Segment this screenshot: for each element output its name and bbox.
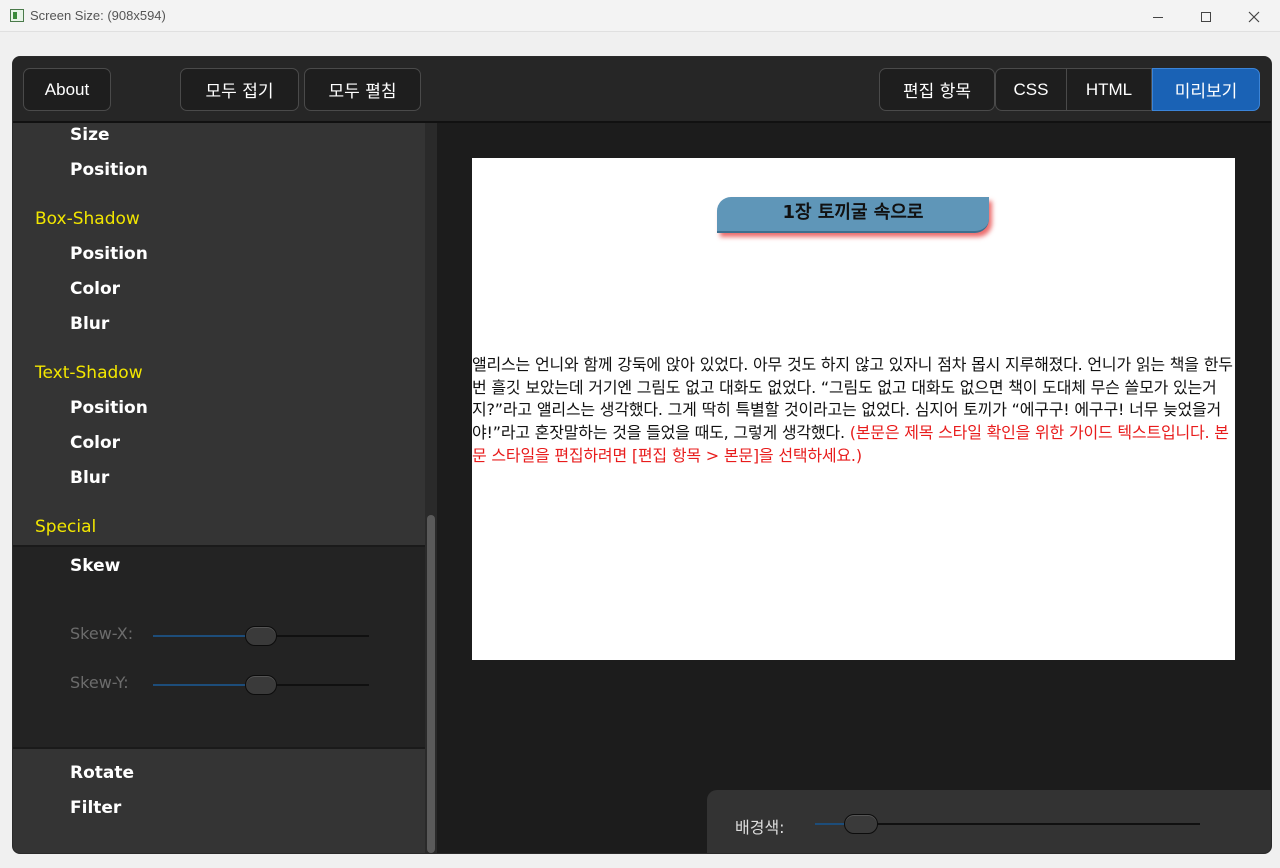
tab-preview[interactable]: 미리보기 — [1152, 68, 1260, 111]
sidebar-item-text-shadow-position[interactable]: Position — [70, 398, 148, 418]
sidebar-section-box-shadow[interactable]: Box-Shadow — [35, 209, 140, 229]
window-titlebar: Screen Size: (908x594) — [0, 0, 1280, 32]
close-icon — [1248, 11, 1260, 23]
sidebar-item-text-shadow-color[interactable]: Color — [70, 433, 120, 453]
sidebar-item-position[interactable]: Position — [70, 160, 148, 180]
toolbar: About 모두 접기 모두 펼침 편집 항목 CSS HTML 미리보기 — [13, 57, 1271, 123]
sidebar-item-box-shadow-position[interactable]: Position — [70, 244, 148, 264]
sidebar-scroll-thumb[interactable] — [427, 515, 435, 853]
minimize-button[interactable] — [1134, 0, 1182, 32]
tab-css[interactable]: CSS — [995, 68, 1067, 111]
sidebar-item-rotate[interactable]: Rotate — [70, 763, 134, 783]
sidebar-item-filter[interactable]: Filter — [70, 798, 121, 818]
sidebar-scrollbar[interactable] — [425, 123, 437, 853]
skew-y-slider[interactable] — [153, 675, 369, 695]
skew-x-slider[interactable] — [153, 626, 369, 646]
sidebar-item-box-shadow-color[interactable]: Color — [70, 279, 120, 299]
body-text: 앨리스는 언니와 함께 강둑에 앉아 있었다. 아무 것도 하지 않고 있자니 … — [472, 354, 1235, 468]
about-button[interactable]: About — [23, 68, 111, 111]
background-color-thumb[interactable] — [844, 814, 879, 834]
close-button[interactable] — [1230, 0, 1278, 32]
skew-x-label: Skew-X: — [70, 624, 134, 643]
background-color-panel: 배경색: — [707, 790, 1271, 853]
sidebar-section-text-shadow[interactable]: Text-Shadow — [35, 363, 143, 383]
collapse-all-button[interactable]: 모두 접기 — [180, 68, 299, 111]
tab-edit-items[interactable]: 편집 항목 — [879, 68, 995, 111]
minimize-icon — [1153, 16, 1163, 18]
chapter-title: 1장 토끼굴 속으로 — [717, 197, 989, 233]
app-frame: About 모두 접기 모두 펼침 편집 항목 CSS HTML 미리보기 Si… — [12, 56, 1272, 854]
skew-y-thumb[interactable] — [245, 675, 277, 695]
skew-title[interactable]: Skew — [70, 556, 120, 576]
sidebar-item-size[interactable]: Size — [70, 125, 110, 145]
background-color-slider[interactable] — [815, 814, 1200, 834]
app-icon — [10, 9, 24, 22]
skew-x-thumb[interactable] — [245, 626, 277, 646]
skew-panel: Skew Skew-X: Skew-Y: — [13, 545, 425, 749]
sidebar-section-special[interactable]: Special — [35, 517, 96, 537]
main-area: 1장 토끼굴 속으로 앨리스는 언니와 함께 강둑에 앉아 있었다. 아무 것도… — [437, 123, 1271, 853]
sidebar-item-box-shadow-blur[interactable]: Blur — [70, 314, 109, 334]
window-title: Screen Size: (908x594) — [30, 8, 166, 23]
skew-y-label: Skew-Y: — [70, 673, 129, 692]
tab-html[interactable]: HTML — [1066, 68, 1152, 111]
maximize-button[interactable] — [1182, 0, 1230, 32]
preview-canvas: 1장 토끼굴 속으로 앨리스는 언니와 함께 강둑에 앉아 있었다. 아무 것도… — [472, 158, 1235, 660]
sidebar: Size Position Box-Shadow Position Color … — [13, 123, 437, 853]
background-color-label: 배경색: — [735, 818, 785, 837]
maximize-icon — [1201, 12, 1211, 23]
expand-all-button[interactable]: 모두 펼침 — [304, 68, 421, 111]
sidebar-item-text-shadow-blur[interactable]: Blur — [70, 468, 109, 488]
